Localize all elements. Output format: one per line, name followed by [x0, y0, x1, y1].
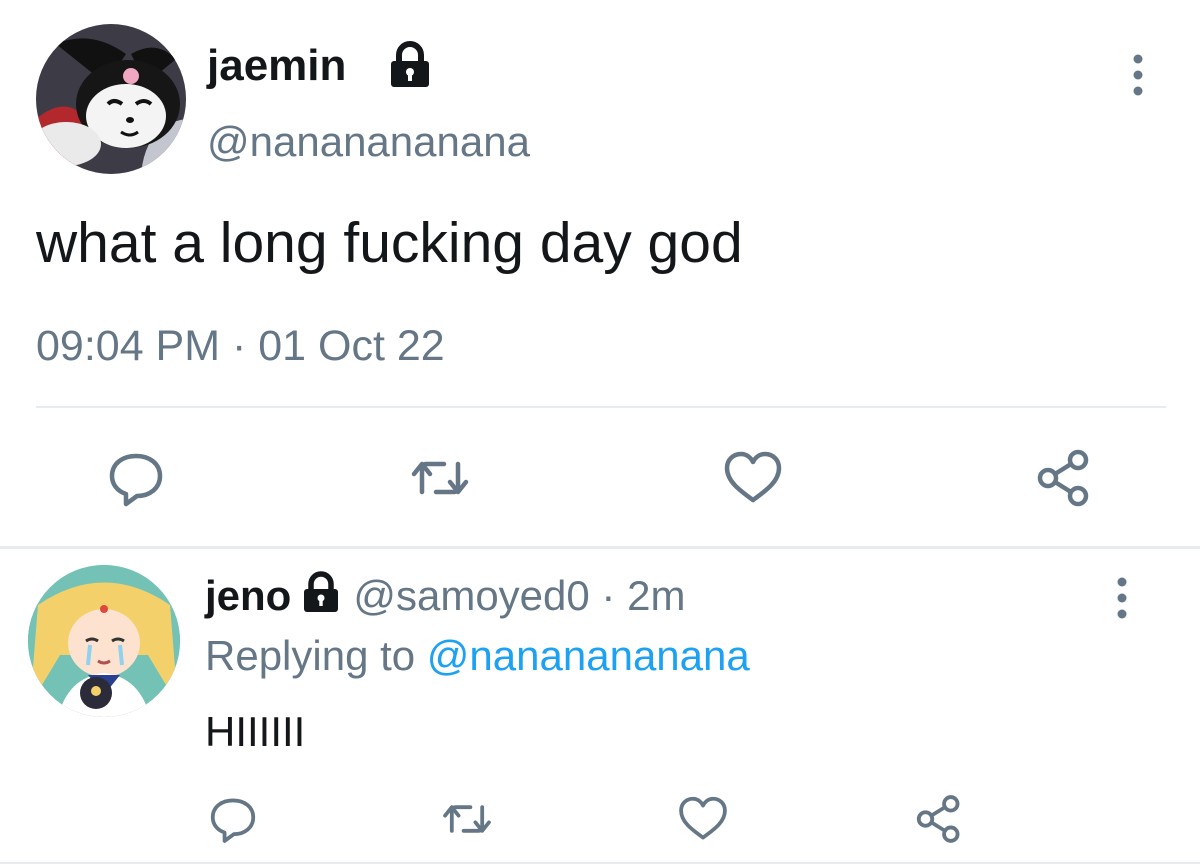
- reply-button[interactable]: [104, 446, 168, 510]
- avatar[interactable]: [28, 565, 180, 717]
- user-handle[interactable]: @nananananana: [207, 117, 530, 167]
- tweet-text: what a long fucking day god: [36, 211, 743, 275]
- divider: [0, 862, 1200, 864]
- separator: ·: [589, 572, 628, 619]
- reply-button[interactable]: [206, 792, 260, 846]
- more-options-icon[interactable]: [1102, 575, 1142, 621]
- reply-icon: [210, 798, 256, 843]
- share-button[interactable]: [912, 792, 966, 846]
- lock-icon: [299, 571, 343, 615]
- like-button[interactable]: [721, 446, 785, 510]
- divider: [36, 406, 1166, 408]
- display-name[interactable]: jaemin: [207, 40, 346, 92]
- avatar[interactable]: [36, 24, 186, 174]
- reply-text: HIIIIII: [205, 708, 306, 755]
- kuromi-avatar-icon: [36, 24, 186, 174]
- tweet-timestamp: 09:04 PM · 01 Oct 22: [36, 322, 445, 370]
- reply-icon: [109, 453, 163, 507]
- user-handle[interactable]: @samoyed0: [353, 572, 589, 619]
- share-icon: [1037, 449, 1089, 507]
- divider: [0, 546, 1200, 549]
- sailor-moon-avatar-icon: [28, 565, 180, 717]
- lock-icon: [385, 40, 435, 92]
- retweet-button[interactable]: [440, 792, 494, 846]
- reply-header: jeno @samoyed0 · 2m: [205, 570, 685, 622]
- like-icon: [724, 451, 782, 503]
- relative-time: 2m: [627, 572, 686, 619]
- display-name[interactable]: jeno: [205, 572, 291, 619]
- replying-prefix: Replying to: [205, 632, 427, 679]
- retweet-icon: [443, 805, 491, 833]
- replying-to: Replying to @nananananana: [205, 630, 750, 682]
- share-button[interactable]: [1032, 446, 1096, 510]
- like-button[interactable]: [676, 792, 730, 846]
- more-options-icon[interactable]: [1118, 52, 1158, 98]
- share-icon: [916, 795, 960, 843]
- retweet-button[interactable]: [408, 446, 472, 510]
- mention-link[interactable]: @nananananana: [427, 632, 750, 679]
- retweet-icon: [411, 461, 469, 495]
- like-icon: [679, 796, 727, 840]
